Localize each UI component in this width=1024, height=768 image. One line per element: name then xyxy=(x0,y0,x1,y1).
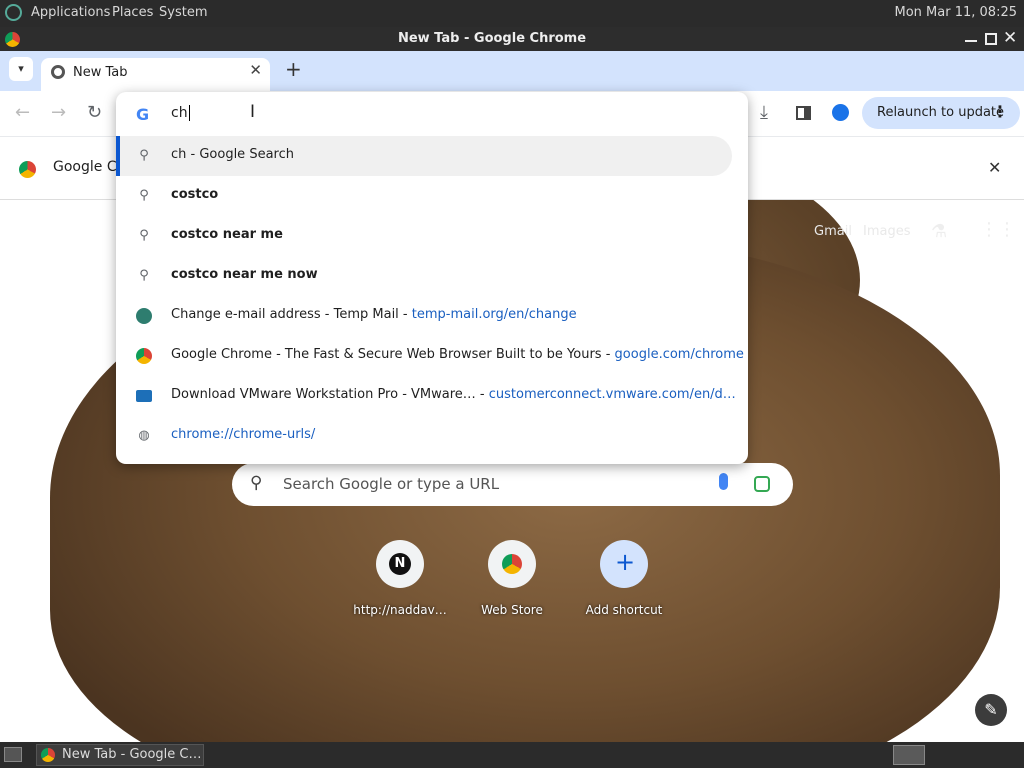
shortcut-add-tile: + xyxy=(600,540,648,588)
window-titlebar[interactable]: New Tab - Google Chrome ✕ xyxy=(0,27,1024,51)
suggestion-url: temp-mail.org/en/change xyxy=(411,307,577,322)
places-menu[interactable]: Places xyxy=(112,5,153,20)
suggestion-text: Change e-mail address - Temp Mail - temp… xyxy=(171,307,577,322)
download-icon[interactable]: ⤓ xyxy=(760,102,768,123)
omnibox-query: ch xyxy=(171,105,188,121)
profile-icon[interactable] xyxy=(832,104,849,121)
ntp-search-box[interactable]: ⚲ Search Google or type a URL xyxy=(232,463,793,506)
tempmail-icon xyxy=(136,308,152,324)
top-panel: Applications Places System Mon Mar 11, 0… xyxy=(0,0,1024,27)
menu-dots-icon[interactable]: ⋮ xyxy=(992,102,1008,121)
shortcut-label: Add shortcut xyxy=(585,603,663,617)
suggestion-url: google.com/chrome xyxy=(614,347,744,362)
search-icon: ⚲ xyxy=(250,473,263,493)
chrome-tab-icon xyxy=(51,65,65,79)
minimize-icon[interactable] xyxy=(965,40,977,42)
tab-new-tab[interactable]: New Tab ✕ xyxy=(41,58,270,91)
suggestion-title: Change e-mail address - Temp Mail xyxy=(171,307,399,322)
customize-pencil-icon[interactable]: ✎ xyxy=(975,694,1007,726)
chrome-info-icon xyxy=(19,161,36,178)
gmail-link[interactable]: Gmail xyxy=(814,224,852,239)
suggestion-row[interactable]: ⚲ costco near me now xyxy=(116,256,748,296)
omnibox-input[interactable]: ch xyxy=(171,105,190,121)
reload-icon[interactable]: ↻ xyxy=(87,102,102,123)
forward-icon[interactable]: → xyxy=(51,102,66,123)
shortcut-label: http://naddav… xyxy=(353,603,447,617)
close-tab-icon[interactable]: ✕ xyxy=(249,61,262,79)
show-desktop-icon[interactable] xyxy=(4,747,22,762)
suggestion-text: ch - Google Search xyxy=(171,147,294,162)
chrome-icon xyxy=(136,348,152,364)
vmware-icon xyxy=(136,390,152,402)
shortcut-web-store-tile xyxy=(488,540,536,588)
workspace-switcher-icon[interactable] xyxy=(893,745,925,765)
suggestion-row[interactable]: ◍ chrome://chrome-urls/ xyxy=(116,416,748,456)
info-bar-message: Google Ch xyxy=(53,159,126,175)
web-store-icon xyxy=(502,554,522,574)
taskbar-chrome-window[interactable]: New Tab - Google C… xyxy=(36,744,204,766)
suggestion-url: customerconnect.vmware.com/en/d… xyxy=(488,387,736,402)
lens-camera-icon[interactable] xyxy=(754,476,770,492)
maximize-icon[interactable] xyxy=(985,33,997,45)
suggestion-title: Download VMware Workstation Pro - VMware… xyxy=(171,387,476,402)
suggestion-text: costco xyxy=(171,187,219,202)
close-infobar-icon[interactable]: ✕ xyxy=(988,158,1001,177)
text-cursor-icon: I xyxy=(250,102,256,122)
ntp-search-placeholder: Search Google or type a URL xyxy=(283,475,500,493)
tab-search-icon[interactable]: ▾ xyxy=(9,57,33,81)
apps-grid-icon[interactable]: ⋮⋮ xyxy=(980,219,1016,240)
search-icon: ⚲ xyxy=(139,188,149,203)
suggestion-text: costco near me now xyxy=(171,267,318,282)
n-favicon-icon: N xyxy=(389,553,411,575)
new-tab-icon[interactable]: + xyxy=(285,57,302,81)
tab-label: New Tab xyxy=(73,65,128,80)
suggestion-row[interactable]: Google Chrome - The Fast & Secure Web Br… xyxy=(116,336,748,376)
side-panel-icon[interactable] xyxy=(796,106,811,120)
shortcut-label: Web Store xyxy=(481,603,543,617)
google-g-icon: G xyxy=(136,105,150,124)
applications-menu[interactable]: Applications xyxy=(31,5,110,20)
plus-icon: + xyxy=(615,548,636,576)
close-window-icon[interactable]: ✕ xyxy=(1003,28,1017,48)
search-icon: ⚲ xyxy=(139,268,149,283)
system-menu[interactable]: System xyxy=(159,5,207,20)
globe-icon: ◍ xyxy=(138,428,150,443)
chrome-task-icon xyxy=(41,748,55,762)
selection-indicator xyxy=(116,136,120,176)
suggestion-text: Google Chrome - The Fast & Secure Web Br… xyxy=(171,347,744,362)
suggestion-row[interactable]: Change e-mail address - Temp Mail - temp… xyxy=(116,296,748,336)
omnibox-dropdown: G ch I ⚲ ch - Google Search ⚲ costco ⚲ c… xyxy=(116,92,748,464)
bottom-taskbar: New Tab - Google C… xyxy=(0,742,1024,768)
relaunch-label: Relaunch to update xyxy=(877,105,1005,120)
window-title: New Tab - Google Chrome xyxy=(397,31,587,46)
suggestion-url: chrome://chrome-urls/ xyxy=(171,427,316,442)
suggestion-row[interactable]: ⚲ costco xyxy=(116,176,748,216)
suggestion-title: Google Chrome - The Fast & Secure Web Br… xyxy=(171,347,602,362)
search-icon: ⚲ xyxy=(139,148,149,163)
shortcut-naddav-tile: N xyxy=(376,540,424,588)
suggestion-text: costco near me xyxy=(171,227,283,242)
images-link[interactable]: Images xyxy=(863,224,911,239)
taskbar-label: New Tab - Google C… xyxy=(62,747,202,762)
microphone-icon[interactable] xyxy=(719,473,728,490)
suggestion-row[interactable]: ⚲ costco near me xyxy=(116,216,748,256)
suggestion-text: Download VMware Workstation Pro - VMware… xyxy=(171,387,736,402)
back-icon[interactable]: ← xyxy=(15,102,30,123)
panel-clock[interactable]: Mon Mar 11, 08:25 xyxy=(895,5,1017,20)
labs-flask-icon[interactable]: ⚗ xyxy=(931,221,947,242)
search-icon: ⚲ xyxy=(139,228,149,243)
suggestion-row[interactable]: ⚲ ch - Google Search xyxy=(116,136,732,176)
suggestion-row[interactable]: Download VMware Workstation Pro - VMware… xyxy=(116,376,748,416)
distro-logo-icon[interactable] xyxy=(5,4,22,21)
relaunch-button[interactable]: Relaunch to update ⋮ xyxy=(862,97,1020,129)
tab-strip: ▾ New Tab ✕ + xyxy=(0,51,1024,91)
